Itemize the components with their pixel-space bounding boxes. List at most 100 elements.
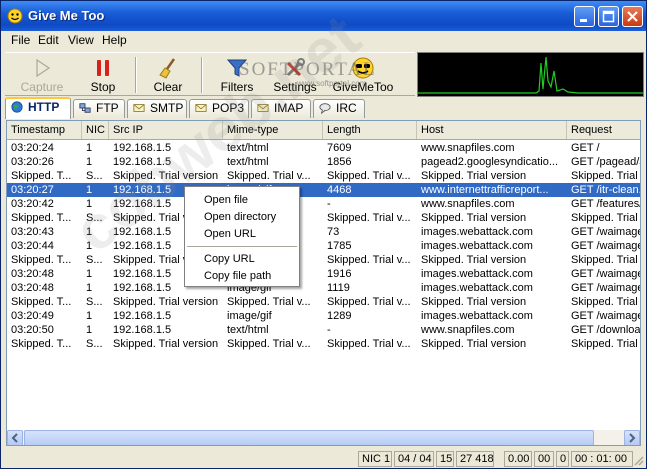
settings-button[interactable]: Settings bbox=[267, 55, 323, 95]
stop-button[interactable]: Stop bbox=[77, 55, 129, 95]
smiley-sunglasses-icon bbox=[352, 57, 374, 79]
table-row[interactable]: 03:20:49 1 192.168.1.5 image/gif 1289 images.… bbox=[7, 309, 640, 323]
context-copy-file-path[interactable]: Copy file path bbox=[204, 270, 271, 282]
cell-length: 1785 bbox=[327, 240, 352, 252]
chat-icon bbox=[319, 103, 331, 114]
column-header-mime-type[interactable]: Mime-type bbox=[223, 121, 323, 139]
status-count: 15 bbox=[436, 451, 454, 467]
window-title: Give Me Too bbox=[28, 8, 105, 23]
capture-button[interactable]: Capture bbox=[11, 55, 73, 95]
status-pages: 04 / 04 bbox=[394, 451, 434, 467]
tab-imap[interactable]: IMAP bbox=[251, 99, 311, 118]
table-row[interactable]: Skipped. T... S... Skipped. Trial version S… bbox=[7, 211, 640, 225]
context-open-file[interactable]: Open file bbox=[204, 194, 248, 206]
status-rate-1: 0.00 bbox=[504, 451, 532, 467]
table-row[interactable]: Skipped. T... S... Skipped. Trial version S… bbox=[7, 169, 640, 183]
table-row[interactable]: Skipped. T... S... Skipped. Trial version S… bbox=[7, 253, 640, 267]
column-header-host[interactable]: Host bbox=[417, 121, 567, 139]
tab-irc[interactable]: IRC bbox=[313, 99, 365, 118]
packet-list[interactable]: Timestamp NIC Src IP Mime-type Length Ho… bbox=[6, 120, 641, 446]
table-row[interactable]: Skipped. T... S... Skipped. Trial version S… bbox=[7, 295, 640, 309]
cell-src-ip: Skipped. Trial version bbox=[113, 170, 219, 182]
table-row[interactable]: 03:20:48 1 192.168.1.5 1916 images.webattack… bbox=[7, 267, 640, 281]
menu-view[interactable]: View bbox=[68, 33, 94, 47]
tab-pop3[interactable]: POP3 bbox=[189, 99, 249, 118]
table-row[interactable]: 03:20:44 1 192.168.1.5 1785 images.webattack… bbox=[7, 239, 640, 253]
cell-request: GET /features/ bbox=[571, 198, 641, 210]
close-button[interactable] bbox=[622, 6, 643, 27]
column-header-length[interactable]: Length bbox=[323, 121, 417, 139]
table-row[interactable]: 03:20:271192.168.1.5image/gif4468www.int… bbox=[7, 183, 640, 197]
context-open-url[interactable]: Open URL bbox=[204, 228, 256, 240]
cell-nic: S... bbox=[86, 212, 103, 224]
cell-length: Skipped. Trial v... bbox=[327, 212, 411, 224]
scroll-thumb[interactable] bbox=[24, 430, 594, 445]
app-window: Give Me Too File Edit View Help Capture … bbox=[0, 0, 647, 469]
cell-nic: S... bbox=[86, 296, 103, 308]
cell-mime-type: Skipped. Trial v... bbox=[227, 338, 311, 350]
column-header-timestamp[interactable]: Timestamp bbox=[7, 121, 82, 139]
tab-http[interactable]: HTTP bbox=[5, 97, 71, 119]
close-icon bbox=[627, 11, 638, 22]
network-icon bbox=[79, 103, 91, 113]
scroll-right-button[interactable] bbox=[624, 430, 640, 445]
toolbar-separator bbox=[201, 57, 203, 93]
table-row[interactable]: Skipped. T... S... Skipped. Trial version S… bbox=[7, 337, 640, 351]
table-row[interactable]: 03:20:50 1 192.168.1.5 text/html - www.snapfi… bbox=[7, 323, 640, 337]
table-row[interactable]: 03:20:42 1 192.168.1.5- www.snapfiles.com GE… bbox=[7, 197, 640, 211]
table-row[interactable]: 03:20:24 1 192.168.1.5 text/html 7609 www.sna… bbox=[7, 141, 640, 155]
menu-edit[interactable]: Edit bbox=[38, 33, 59, 47]
cell-src-ip: 192.168.1.5 bbox=[113, 310, 172, 322]
cell-length: 1916 bbox=[327, 268, 352, 280]
status-nic: NIC 1 bbox=[358, 451, 392, 467]
cell-nic: S... bbox=[86, 338, 103, 350]
cell-nic: 1 bbox=[86, 324, 93, 336]
status-time: 00 : 01: 00 bbox=[571, 451, 633, 467]
cell-host: images.webattack.com bbox=[421, 226, 533, 238]
cell-timestamp: 03:20:24 bbox=[11, 142, 54, 154]
scroll-left-button[interactable] bbox=[7, 430, 23, 445]
clear-button[interactable]: Clear bbox=[143, 55, 193, 95]
cell-mime-type: text/html bbox=[227, 156, 269, 168]
context-separator bbox=[187, 246, 297, 247]
cell-request: GET /itr-clean. bbox=[571, 184, 641, 196]
cell-host: www.snapfiles.com bbox=[421, 324, 515, 336]
context-open-directory[interactable]: Open directory bbox=[204, 211, 276, 223]
menu-file[interactable]: File bbox=[11, 33, 30, 47]
resize-grip-icon[interactable] bbox=[632, 454, 644, 466]
app-icon bbox=[7, 8, 23, 24]
cell-timestamp: 03:20:49 bbox=[11, 310, 54, 322]
title-bar[interactable]: Give Me Too bbox=[1, 1, 646, 31]
cell-length: Skipped. Trial v... bbox=[327, 170, 411, 182]
givemetoo-button[interactable]: GiveMeToo bbox=[329, 55, 397, 95]
cell-timestamp: 03:20:48 bbox=[11, 268, 54, 280]
cell-timestamp: Skipped. T... bbox=[11, 254, 72, 266]
cell-timestamp: Skipped. T... bbox=[11, 338, 72, 350]
cell-length: Skipped. Trial v... bbox=[327, 338, 411, 350]
cell-host: images.webattack.com bbox=[421, 282, 533, 294]
table-row[interactable]: 03:20:48 1 192.168.1.5 image/gif 1119 images.… bbox=[7, 281, 640, 295]
table-row[interactable]: 03:20:43 1 192.168.1.5 73 images.webattack.c… bbox=[7, 225, 640, 239]
tab-smtp[interactable]: SMTP bbox=[127, 99, 187, 118]
cell-host: www.snapfiles.com bbox=[421, 198, 515, 210]
tools-icon bbox=[286, 58, 305, 77]
column-header-request[interactable]: Request bbox=[567, 121, 640, 139]
table-row[interactable]: 03:20:26 1 192.168.1.5 text/html 1856 pagead2… bbox=[7, 155, 640, 169]
tab-ftp[interactable]: FTP bbox=[73, 99, 125, 118]
minimize-button[interactable] bbox=[574, 6, 595, 27]
cell-host: pagead2.googlesyndicatio... bbox=[421, 156, 558, 168]
context-copy-url[interactable]: Copy URL bbox=[204, 253, 255, 265]
column-header-nic[interactable]: NIC bbox=[82, 121, 109, 139]
cell-nic: 1 bbox=[86, 184, 93, 196]
menu-help[interactable]: Help bbox=[102, 33, 127, 47]
cell-timestamp: 03:20:48 bbox=[11, 282, 54, 294]
cell-host: Skipped. Trial version bbox=[421, 170, 527, 182]
cell-mime-type: Skipped. Trial v... bbox=[227, 170, 311, 182]
menu-bar: File Edit View Help bbox=[1, 31, 646, 50]
filters-button[interactable]: Filters bbox=[209, 55, 265, 95]
cell-host: images.webattack.com bbox=[421, 268, 533, 280]
column-header-src-ip[interactable]: Src IP bbox=[109, 121, 223, 139]
funnel-icon bbox=[226, 59, 248, 77]
horizontal-scrollbar[interactable] bbox=[7, 430, 640, 445]
maximize-button[interactable] bbox=[598, 6, 619, 27]
